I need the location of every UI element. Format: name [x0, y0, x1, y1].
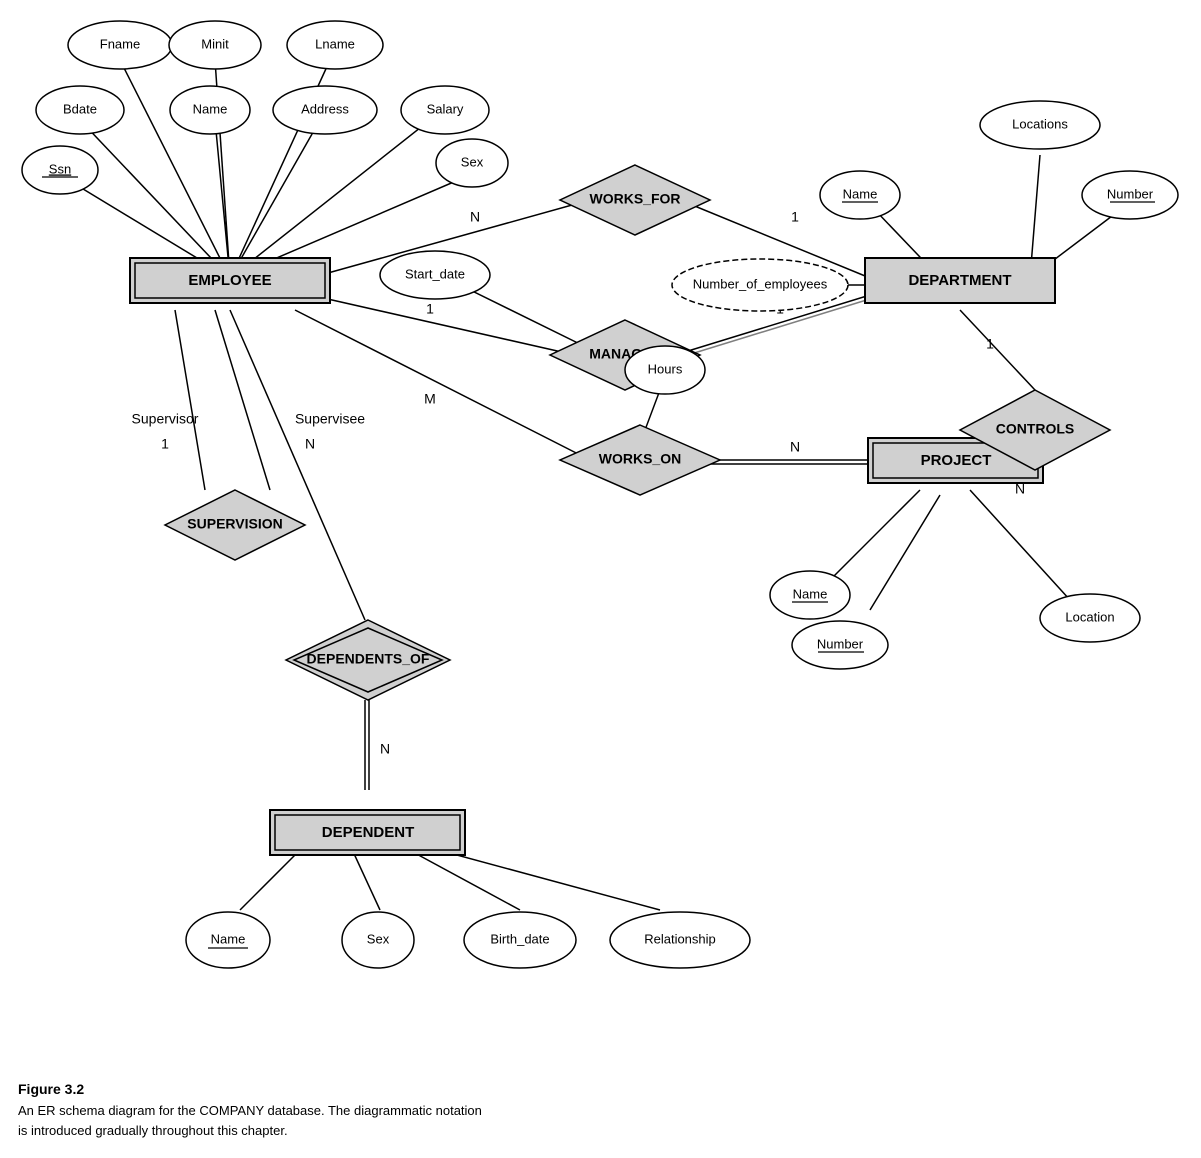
svg-text:WORKS_FOR: WORKS_FOR: [590, 191, 681, 207]
caption-line1: An ER schema diagram for the COMPANY dat…: [18, 1103, 482, 1118]
svg-text:N: N: [305, 436, 315, 452]
svg-text:Number: Number: [1107, 186, 1154, 201]
svg-text:Name: Name: [793, 586, 828, 601]
svg-text:Locations: Locations: [1012, 116, 1068, 131]
svg-text:M: M: [424, 391, 436, 407]
svg-text:Start_date: Start_date: [405, 266, 465, 281]
svg-text:Relationship: Relationship: [644, 931, 716, 946]
svg-text:Supervisor: Supervisor: [132, 411, 199, 427]
svg-text:SUPERVISION: SUPERVISION: [187, 516, 282, 532]
svg-text:N: N: [380, 741, 390, 757]
svg-text:EMPLOYEE: EMPLOYEE: [188, 272, 271, 289]
er-diagram: .entity-rect { fill: #d0d0d0; stroke: bl…: [0, 0, 1201, 1090]
svg-text:PROJECT: PROJECT: [921, 452, 992, 469]
svg-text:Sex: Sex: [367, 931, 390, 946]
svg-text:Lname: Lname: [315, 36, 355, 51]
svg-text:1: 1: [426, 301, 434, 317]
svg-text:Ssn: Ssn: [49, 161, 71, 176]
svg-text:1: 1: [986, 336, 994, 352]
svg-text:Minit: Minit: [201, 36, 229, 51]
svg-text:WORKS_ON: WORKS_ON: [599, 451, 681, 467]
svg-text:Birth_date: Birth_date: [490, 931, 549, 946]
svg-text:Location: Location: [1065, 609, 1114, 624]
svg-text:1: 1: [791, 209, 799, 225]
svg-text:N: N: [790, 439, 800, 455]
svg-text:Address: Address: [301, 101, 349, 116]
svg-text:DEPENDENT: DEPENDENT: [322, 824, 415, 841]
svg-text:1: 1: [161, 436, 169, 452]
svg-text:Sex: Sex: [461, 154, 484, 169]
svg-text:Name: Name: [211, 931, 246, 946]
svg-text:N: N: [470, 209, 480, 225]
svg-text:Bdate: Bdate: [63, 101, 97, 116]
figure-caption: Figure 3.2 An ER schema diagram for the …: [18, 1081, 668, 1140]
caption-line2: is introduced gradually throughout this …: [18, 1123, 288, 1138]
svg-text:Number_of_employees: Number_of_employees: [693, 276, 828, 291]
svg-text:Hours: Hours: [648, 361, 683, 376]
svg-text:Fname: Fname: [100, 36, 140, 51]
svg-text:Name: Name: [843, 186, 878, 201]
svg-text:Supervisee: Supervisee: [295, 411, 365, 427]
svg-text:Number: Number: [817, 636, 864, 651]
svg-text:CONTROLS: CONTROLS: [996, 421, 1075, 437]
caption-title: Figure 3.2: [18, 1081, 668, 1097]
svg-text:Name: Name: [193, 101, 228, 116]
svg-text:Salary: Salary: [427, 101, 464, 116]
svg-text:DEPARTMENT: DEPARTMENT: [908, 272, 1011, 289]
svg-text:DEPENDENTS_OF: DEPENDENTS_OF: [307, 651, 430, 667]
